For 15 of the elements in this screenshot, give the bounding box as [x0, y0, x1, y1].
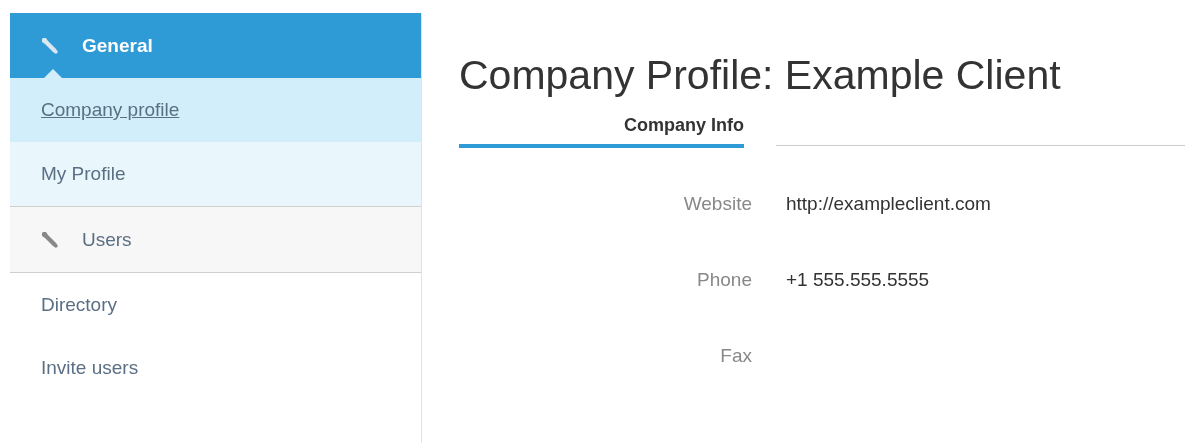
section-title: General [82, 34, 153, 57]
field-label: Website [682, 192, 752, 215]
wrench-icon [40, 229, 60, 250]
sidebar-section-header[interactable]: Users [10, 206, 421, 273]
sidebar-item[interactable]: My Profile [10, 142, 421, 206]
tab[interactable]: Company Info [459, 115, 744, 148]
field-label: Fax [719, 344, 752, 367]
wrench-icon [40, 35, 60, 56]
field-value: http://exampleclient.com [786, 192, 992, 215]
section-title: Users [82, 228, 132, 251]
page-title: Company Profile: Example Client [459, 51, 1062, 99]
field-label: Phone [696, 268, 752, 291]
sidebar-section-header[interactable]: General [10, 13, 421, 78]
field-value: +1 555.555.5555 [786, 268, 931, 291]
sidebar-item[interactable]: Company profile [10, 78, 421, 142]
